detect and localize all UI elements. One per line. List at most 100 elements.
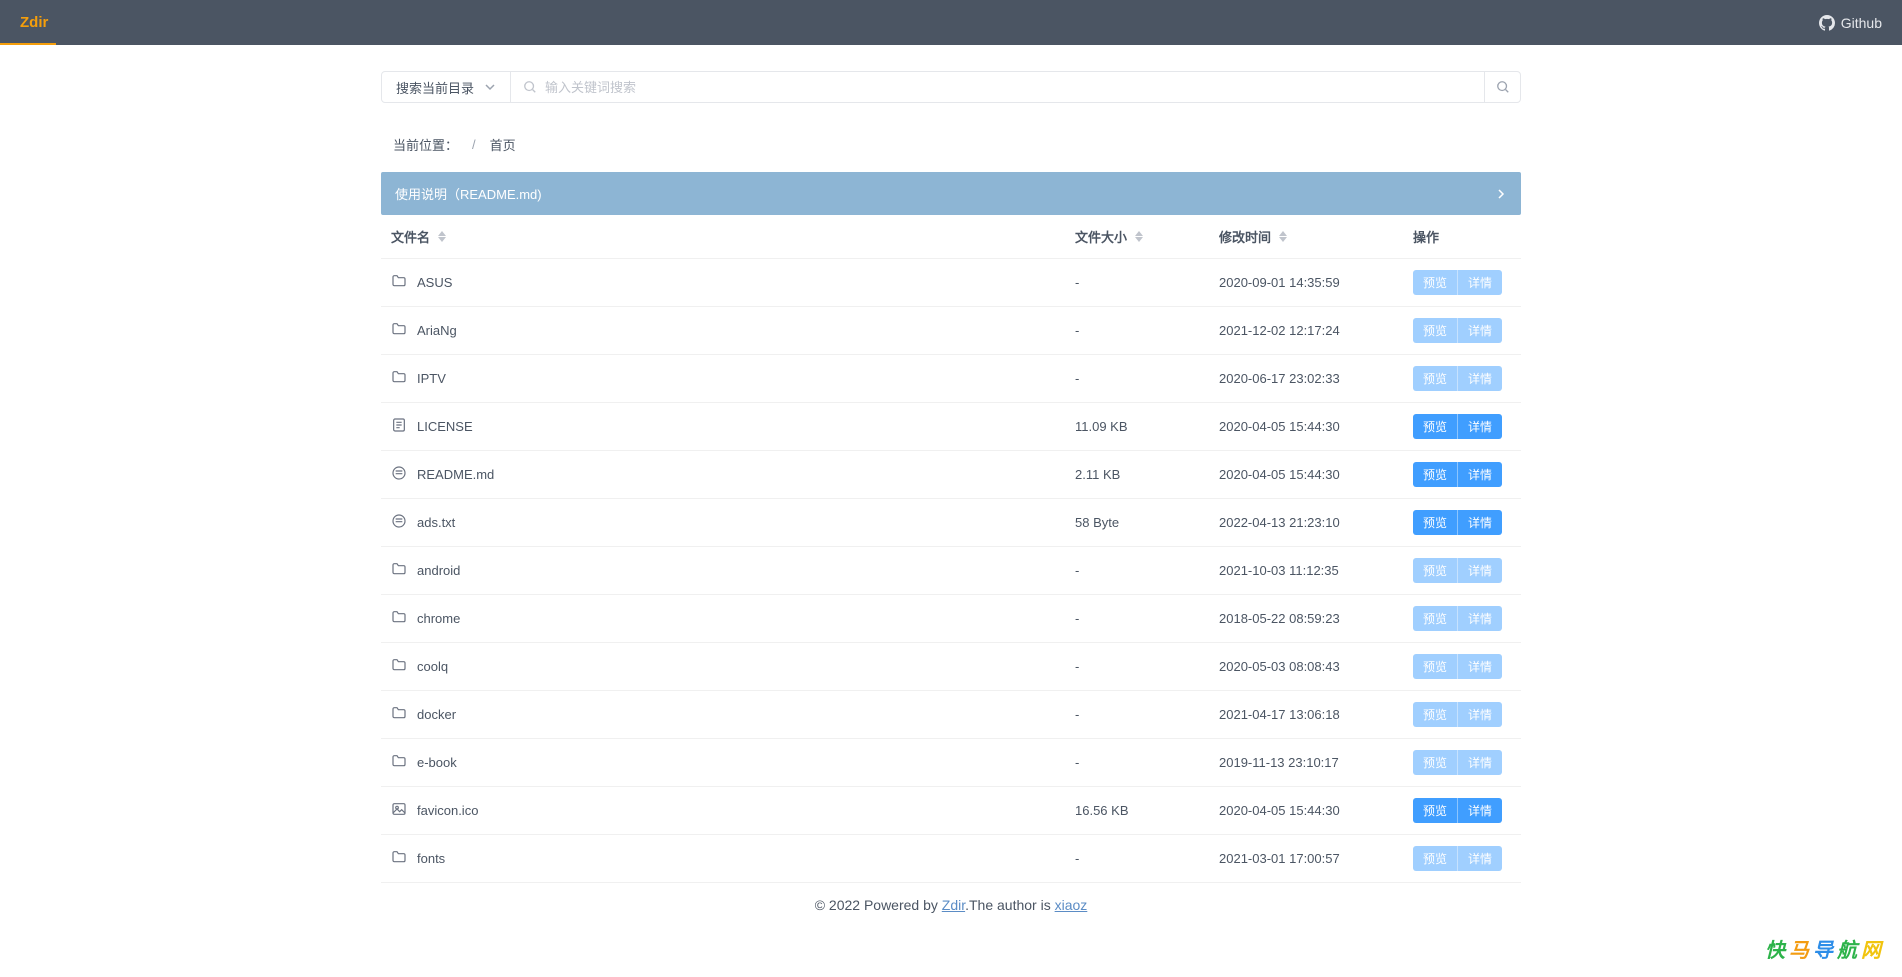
file-name: fonts — [417, 851, 445, 866]
app-logo[interactable]: Zdir — [20, 14, 48, 31]
footer-brand-link[interactable]: Zdir — [942, 897, 965, 913]
preview-button[interactable]: 预览 — [1413, 318, 1457, 343]
file-time: 2020-09-01 14:35:59 — [1219, 275, 1413, 290]
details-button[interactable]: 详情 — [1457, 606, 1502, 631]
folder-icon — [391, 609, 407, 628]
file-name-link[interactable]: IPTV — [391, 369, 1075, 388]
file-name-link[interactable]: favicon.ico — [391, 801, 1075, 820]
file-name: coolq — [417, 659, 448, 674]
file-name: IPTV — [417, 371, 446, 386]
sort-icon — [438, 231, 446, 242]
file-table: 文件名 文件大小 修改时间 — [381, 215, 1521, 883]
preview-button[interactable]: 预览 — [1413, 846, 1457, 871]
file-name-link[interactable]: AriaNg — [391, 321, 1075, 340]
footer-author-link[interactable]: xiaoz — [1055, 897, 1088, 913]
file-name-link[interactable]: README.md — [391, 465, 1075, 484]
col-header-size[interactable]: 文件大小 — [1075, 227, 1219, 246]
search-scope-label: 搜索当前目录 — [396, 78, 474, 97]
search-scope-select[interactable]: 搜索当前目录 — [382, 72, 511, 102]
file-name-link[interactable]: fonts — [391, 849, 1075, 868]
watermark: 快 马 导 航 网 — [1765, 934, 1882, 963]
folder-icon — [391, 849, 407, 868]
preview-button[interactable]: 预览 — [1413, 654, 1457, 679]
file-actions: 预览详情 — [1413, 462, 1511, 487]
search-input[interactable] — [545, 80, 1472, 95]
file-time: 2021-12-02 12:17:24 — [1219, 323, 1413, 338]
file-name-link[interactable]: ads.txt — [391, 513, 1075, 532]
file-name-link[interactable]: LICENSE — [391, 417, 1075, 436]
github-icon — [1819, 15, 1835, 31]
footer: © 2022 Powered by Zdir.The author is xia… — [0, 883, 1902, 927]
github-link[interactable]: Github — [1819, 15, 1882, 31]
file-name: chrome — [417, 611, 460, 626]
file-name: LICENSE — [417, 419, 473, 434]
search-input-wrap — [511, 72, 1484, 102]
file-actions: 预览详情 — [1413, 558, 1511, 583]
file-size: - — [1075, 851, 1219, 866]
file-time: 2020-04-05 15:44:30 — [1219, 419, 1413, 434]
details-button[interactable]: 详情 — [1457, 702, 1502, 727]
file-name: android — [417, 563, 460, 578]
chevron-down-icon — [484, 81, 496, 93]
sort-icon — [1135, 231, 1143, 242]
table-head: 文件名 文件大小 修改时间 — [381, 215, 1521, 259]
file-size: - — [1075, 563, 1219, 578]
table-row: docker-2021-04-17 13:06:18预览详情 — [381, 691, 1521, 739]
table-row: chrome-2018-05-22 08:59:23预览详情 — [381, 595, 1521, 643]
preview-button[interactable]: 预览 — [1413, 414, 1457, 439]
file-size: - — [1075, 275, 1219, 290]
preview-button[interactable]: 预览 — [1413, 462, 1457, 487]
preview-button[interactable]: 预览 — [1413, 606, 1457, 631]
details-button[interactable]: 详情 — [1457, 558, 1502, 583]
file-name: e-book — [417, 755, 457, 770]
details-button[interactable]: 详情 — [1457, 846, 1502, 871]
breadcrumb-separator: / — [472, 137, 476, 152]
table-row: android-2021-10-03 11:12:35预览详情 — [381, 547, 1521, 595]
table-body: ASUS-2020-09-01 14:35:59预览详情AriaNg-2021-… — [381, 259, 1521, 883]
image-icon — [391, 801, 407, 820]
preview-button[interactable]: 预览 — [1413, 702, 1457, 727]
breadcrumb: 当前位置： / 首页 — [381, 135, 1521, 154]
file-name-link[interactable]: coolq — [391, 657, 1075, 676]
app-header: Zdir Github — [0, 0, 1902, 45]
file-time: 2020-04-05 15:44:30 — [1219, 467, 1413, 482]
preview-button[interactable]: 预览 — [1413, 798, 1457, 823]
chevron-right-icon — [1495, 188, 1507, 200]
preview-button[interactable]: 预览 — [1413, 558, 1457, 583]
details-button[interactable]: 详情 — [1457, 654, 1502, 679]
table-row: coolq-2020-05-03 08:08:43预览详情 — [381, 643, 1521, 691]
file-actions: 预览详情 — [1413, 606, 1511, 631]
details-button[interactable]: 详情 — [1457, 318, 1502, 343]
preview-button[interactable]: 预览 — [1413, 270, 1457, 295]
details-button[interactable]: 详情 — [1457, 270, 1502, 295]
file-name-link[interactable]: chrome — [391, 609, 1075, 628]
col-header-name[interactable]: 文件名 — [391, 227, 1075, 246]
file-size: 2.11 KB — [1075, 467, 1219, 482]
details-button[interactable]: 详情 — [1457, 510, 1502, 535]
details-button[interactable]: 详情 — [1457, 750, 1502, 775]
table-row: e-book-2019-11-13 23:10:17预览详情 — [381, 739, 1521, 787]
preview-button[interactable]: 预览 — [1413, 366, 1457, 391]
col-header-action: 操作 — [1413, 227, 1511, 246]
col-header-time[interactable]: 修改时间 — [1219, 227, 1413, 246]
search-icon — [523, 80, 537, 94]
breadcrumb-home[interactable]: 首页 — [490, 135, 516, 154]
search-button[interactable] — [1484, 72, 1520, 102]
file-actions: 预览详情 — [1413, 510, 1511, 535]
file-name-link[interactable]: android — [391, 561, 1075, 580]
file-icon — [391, 417, 407, 436]
preview-button[interactable]: 预览 — [1413, 510, 1457, 535]
file-name-link[interactable]: docker — [391, 705, 1075, 724]
file-size: - — [1075, 659, 1219, 674]
file-name-link[interactable]: ASUS — [391, 273, 1075, 292]
file-actions: 预览详情 — [1413, 750, 1511, 775]
readme-banner[interactable]: 使用说明（README.md) — [381, 172, 1521, 215]
preview-button[interactable]: 预览 — [1413, 750, 1457, 775]
details-button[interactable]: 详情 — [1457, 414, 1502, 439]
file-name-link[interactable]: e-book — [391, 753, 1075, 772]
folder-icon — [391, 369, 407, 388]
details-button[interactable]: 详情 — [1457, 366, 1502, 391]
details-button[interactable]: 详情 — [1457, 798, 1502, 823]
file-actions: 预览详情 — [1413, 270, 1511, 295]
details-button[interactable]: 详情 — [1457, 462, 1502, 487]
